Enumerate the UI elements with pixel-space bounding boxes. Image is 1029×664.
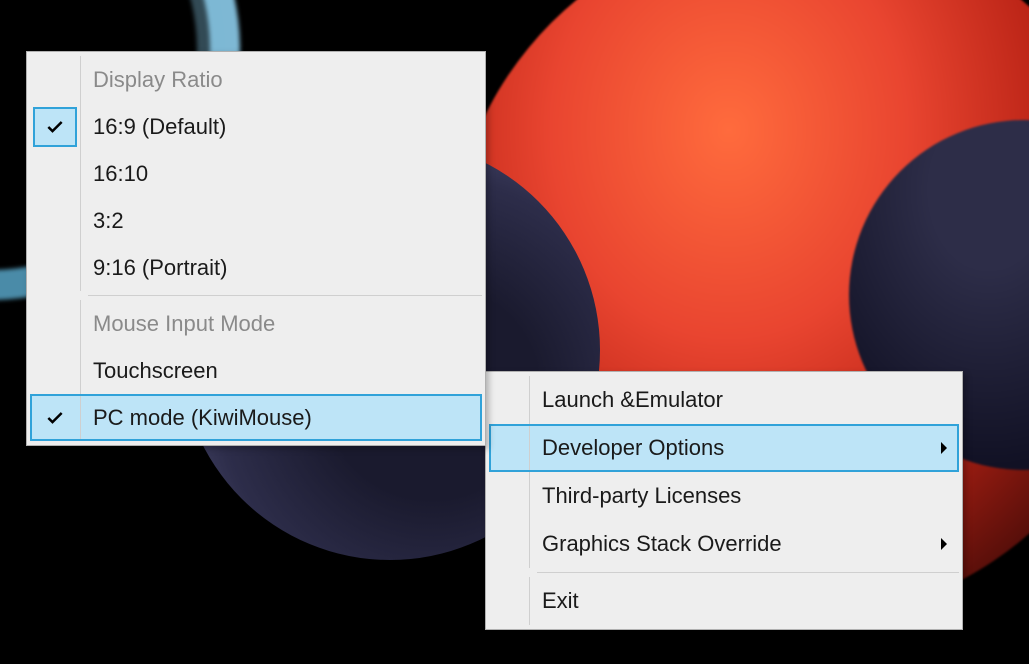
menu-item-exit[interactable]: Exit bbox=[489, 577, 959, 625]
menu-item-label: Launch &Emulator bbox=[530, 387, 929, 413]
menu-item-touchscreen[interactable]: Touchscreen bbox=[30, 347, 482, 394]
menu-divider bbox=[537, 572, 959, 573]
menu-item-label: 16:10 bbox=[81, 161, 482, 187]
menu-item-3-2[interactable]: 3:2 bbox=[30, 197, 482, 244]
section-header-label: Display Ratio bbox=[81, 67, 482, 93]
menu-item-16-9[interactable]: 16:9 (Default) bbox=[30, 103, 482, 150]
menu-item-16-10[interactable]: 16:10 bbox=[30, 150, 482, 197]
menu-item-label: Graphics Stack Override bbox=[530, 531, 929, 557]
menu-item-label: Developer Options bbox=[530, 435, 929, 461]
developer-options-submenu: Display Ratio 16:9 (Default) 16:10 3:2 9… bbox=[26, 51, 486, 446]
check-icon bbox=[45, 117, 65, 137]
menu-item-graphics-stack-override[interactable]: Graphics Stack Override bbox=[489, 520, 959, 568]
submenu-arrow-icon bbox=[939, 537, 949, 551]
menu-item-label: Exit bbox=[530, 588, 929, 614]
menu-item-label: Third-party Licenses bbox=[530, 483, 929, 509]
menu-item-launch-emulator[interactable]: Launch &Emulator bbox=[489, 376, 959, 424]
menu-item-label: 16:9 (Default) bbox=[81, 114, 482, 140]
menu-item-9-16-portrait[interactable]: 9:16 (Portrait) bbox=[30, 244, 482, 291]
section-header-label: Mouse Input Mode bbox=[81, 311, 482, 337]
menu-item-label: PC mode (KiwiMouse) bbox=[81, 405, 482, 431]
section-header-mouse-input: Mouse Input Mode bbox=[30, 300, 482, 347]
context-menu: Launch &Emulator Developer Options Third… bbox=[485, 371, 963, 630]
check-icon bbox=[45, 408, 65, 428]
section-header-display-ratio: Display Ratio bbox=[30, 56, 482, 103]
menu-divider bbox=[88, 295, 482, 296]
menu-item-label: 9:16 (Portrait) bbox=[81, 255, 482, 281]
menu-item-third-party-licenses[interactable]: Third-party Licenses bbox=[489, 472, 959, 520]
menu-item-label: Touchscreen bbox=[81, 358, 482, 384]
submenu-arrow-icon bbox=[939, 441, 949, 455]
menu-item-pc-mode[interactable]: PC mode (KiwiMouse) bbox=[30, 394, 482, 441]
menu-item-label: 3:2 bbox=[81, 208, 482, 234]
menu-item-developer-options[interactable]: Developer Options bbox=[489, 424, 959, 472]
